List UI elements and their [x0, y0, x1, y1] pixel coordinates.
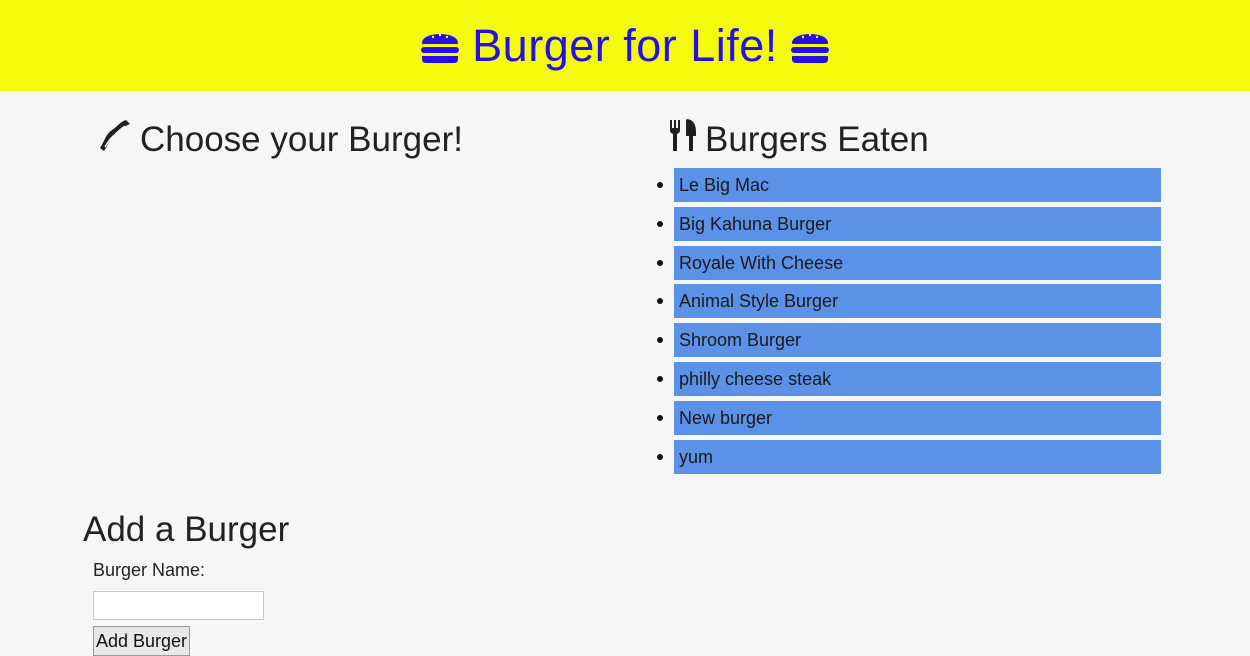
burger-name-input[interactable] — [93, 591, 264, 620]
burgers-eaten-list: Le Big Mac Big Kahuna Burger Royale With… — [657, 168, 1161, 478]
eaten-heading-text: Burgers Eaten — [705, 119, 929, 159]
hamburger-icon — [790, 28, 830, 64]
utensils-icon — [669, 118, 697, 161]
bacon-icon — [96, 118, 132, 161]
list-item: New burger — [657, 400, 1161, 435]
list-item: Le Big Mac — [657, 168, 1161, 202]
list-item: yum — [657, 439, 1161, 474]
list-item: Big Kahuna Burger — [657, 206, 1161, 241]
burger-name-label: Burger Name: — [93, 560, 206, 580]
choose-heading-text: Choose your Burger! — [140, 119, 463, 159]
list-item: philly cheese steak — [657, 361, 1161, 396]
header-content: Burger for Life! — [420, 20, 830, 72]
add-burger-button[interactable]: Add Burger — [93, 626, 190, 656]
page-title: Burger for Life! — [472, 19, 778, 71]
choose-burger-heading: Choose your Burger! — [96, 118, 463, 161]
page-header: Burger for Life! — [0, 0, 1250, 91]
burgers-eaten-heading: Burgers Eaten — [669, 118, 929, 161]
hamburger-icon — [420, 28, 460, 64]
list-item: Animal Style Burger — [657, 284, 1161, 319]
list-item: Shroom Burger — [657, 323, 1161, 358]
list-item: Royale With Cheese — [657, 245, 1161, 280]
add-burger-heading: Add a Burger — [83, 510, 290, 549]
